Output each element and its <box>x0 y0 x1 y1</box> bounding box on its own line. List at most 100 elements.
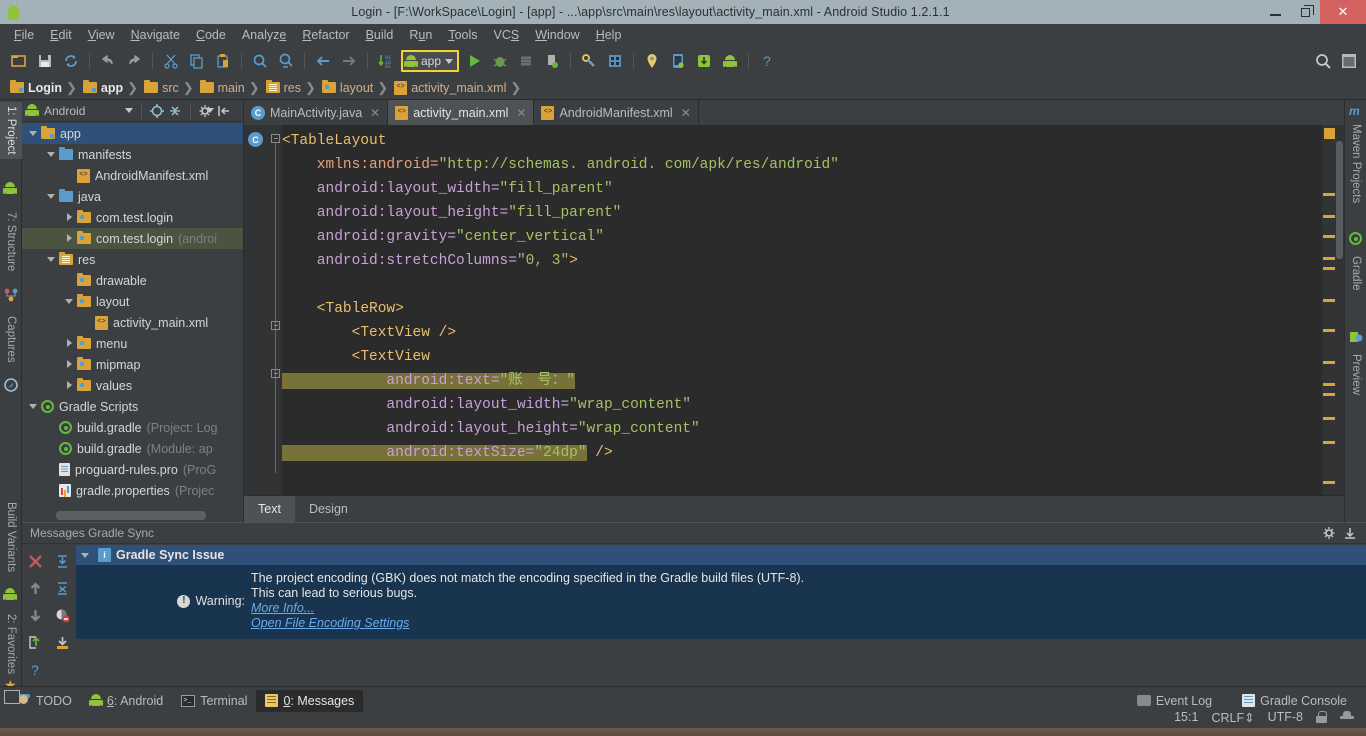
chevron-down-icon[interactable] <box>80 550 91 561</box>
hide-panel-icon[interactable] <box>216 103 232 119</box>
open-file-encoding-settings-link[interactable]: Open File Encoding Settings <box>251 616 1366 631</box>
chevron-down-icon[interactable] <box>64 296 75 307</box>
hide-panel-icon[interactable] <box>1342 525 1358 541</box>
sdk-manager-icon[interactable] <box>576 49 602 73</box>
tree-node[interactable]: gradle.properties (Projec <box>22 480 243 501</box>
close-icon[interactable]: ✕ <box>370 106 380 120</box>
menu-analyze[interactable]: Analyze <box>234 26 294 44</box>
tree-node[interactable]: layout <box>22 291 243 312</box>
tree-node[interactable]: com.test.login (androi <box>22 228 243 249</box>
redo-icon[interactable] <box>121 49 147 73</box>
menu-build[interactable]: Build <box>358 26 402 44</box>
layout-inspector-icon[interactable] <box>1336 49 1362 73</box>
chevron-right-icon[interactable] <box>64 380 75 391</box>
tab-androidmanifest-xml[interactable]: AndroidManifest.xml ✕ <box>534 100 699 125</box>
editor-vertical-scrollbar[interactable] <box>1336 125 1344 495</box>
breadcrumb-item-app[interactable]: app <box>79 76 125 100</box>
tree-node[interactable]: app <box>22 123 243 144</box>
tab-design[interactable]: Design <box>295 496 362 522</box>
tree-node[interactable]: Gradle Scripts <box>22 396 243 417</box>
code-editor[interactable]: C <TableLayout xmlns:android="http://sch… <box>244 125 1344 495</box>
paste-icon[interactable] <box>210 49 236 73</box>
stripe-marker[interactable] <box>1324 128 1335 139</box>
breadcrumb-item-res[interactable]: res <box>262 76 303 100</box>
fold-marker-icon[interactable] <box>271 321 280 330</box>
menu-edit[interactable]: Edit <box>42 26 80 44</box>
stripe-marker[interactable] <box>1323 299 1335 302</box>
copy-icon[interactable] <box>184 49 210 73</box>
avd-manager-icon[interactable] <box>602 49 628 73</box>
tree-node[interactable]: values <box>22 375 243 396</box>
menu-vcs[interactable]: VCS <box>486 26 528 44</box>
stripe-marker[interactable] <box>1323 393 1335 396</box>
tree-node[interactable]: AndroidManifest.xml <box>22 165 243 186</box>
sidebar-item-project[interactable]: 1: Project <box>0 102 22 159</box>
chevron-down-icon[interactable] <box>28 128 39 139</box>
stripe-marker[interactable] <box>1323 361 1335 364</box>
tree-node[interactable]: menu <box>22 333 243 354</box>
cut-icon[interactable] <box>158 49 184 73</box>
close-button[interactable]: ✕ <box>1320 0 1366 24</box>
menu-file[interactable]: File <box>6 26 42 44</box>
debug-icon[interactable] <box>487 49 513 73</box>
minimize-button[interactable] <box>1260 0 1290 24</box>
code-text[interactable]: <TableLayout xmlns:android="http://schem… <box>282 125 1308 495</box>
breadcrumb-item-src[interactable]: src <box>140 76 181 100</box>
gear-icon[interactable] <box>1322 525 1338 541</box>
compile-icon[interactable]: 01 10 01 <box>373 49 399 73</box>
sidebar-item-captures[interactable]: Captures <box>0 312 22 367</box>
project-tree[interactable]: app manifests AndroidManifest.xml java com.t… <box>22 123 243 506</box>
sidebar-item-gradle[interactable]: Gradle <box>1345 252 1366 295</box>
collapse-all-icon[interactable] <box>49 575 76 602</box>
class-marker-icon[interactable]: C <box>248 132 263 147</box>
tree-node[interactable]: java <box>22 186 243 207</box>
chevron-down-icon[interactable] <box>125 108 134 113</box>
search-everywhere-icon[interactable] <box>1310 49 1336 73</box>
find-icon[interactable] <box>247 49 273 73</box>
filter-warnings-icon[interactable] <box>49 602 76 629</box>
help-icon[interactable]: ? <box>22 656 49 683</box>
collapse-all-icon[interactable] <box>167 103 183 119</box>
tab-activity-main-xml[interactable]: activity_main.xml ✕ <box>388 100 535 125</box>
chevron-right-icon[interactable] <box>64 359 75 370</box>
file-encoding[interactable]: UTF-8 <box>1268 710 1303 724</box>
back-icon[interactable] <box>310 49 336 73</box>
breadcrumb-item-layout[interactable]: layout <box>318 76 375 100</box>
editor-gutter[interactable]: C <box>244 125 268 495</box>
breadcrumb-item-main[interactable]: main <box>196 76 247 100</box>
tree-node[interactable]: mipmap <box>22 354 243 375</box>
chevron-down-icon[interactable] <box>28 401 39 412</box>
device-monitor-icon[interactable] <box>665 49 691 73</box>
close-icon[interactable] <box>22 548 49 575</box>
line-separator[interactable]: CRLF⇕ <box>1211 710 1254 725</box>
forward-icon[interactable] <box>336 49 362 73</box>
android-device-icon[interactable] <box>717 49 743 73</box>
stripe-marker[interactable] <box>1323 235 1335 238</box>
maximize-button[interactable] <box>1290 0 1320 24</box>
tab-text[interactable]: Text <box>244 496 295 522</box>
expand-all-icon[interactable] <box>49 548 76 575</box>
target-icon[interactable] <box>149 103 165 119</box>
stripe-marker[interactable] <box>1323 441 1335 444</box>
open-folder-icon[interactable] <box>6 49 32 73</box>
chevron-down-icon[interactable] <box>46 149 57 160</box>
tree-node[interactable]: com.test.login <box>22 207 243 228</box>
stripe-marker[interactable] <box>1323 383 1335 386</box>
location-icon[interactable] <box>639 49 665 73</box>
error-stripe-gutter[interactable] <box>1322 125 1336 495</box>
tree-node[interactable]: activity_main.xml <box>22 312 243 333</box>
close-icon[interactable]: ✕ <box>681 106 691 120</box>
code-folding-bar[interactable] <box>268 125 282 495</box>
stripe-marker[interactable] <box>1323 267 1335 270</box>
fold-marker-icon[interactable] <box>271 134 280 143</box>
tree-node[interactable]: build.gradle (Module: ap <box>22 438 243 459</box>
gear-icon[interactable] <box>198 103 215 119</box>
up-arrow-icon[interactable] <box>22 575 49 602</box>
stripe-marker[interactable] <box>1323 481 1335 484</box>
sdk-download-icon[interactable] <box>691 49 717 73</box>
replace-icon[interactable] <box>273 49 299 73</box>
stop-icon[interactable] <box>539 49 565 73</box>
attach-debugger-icon[interactable] <box>513 49 539 73</box>
project-view-selector-label[interactable]: Android <box>44 104 85 118</box>
sidebar-item-structure[interactable]: 7: Structure <box>0 208 22 275</box>
